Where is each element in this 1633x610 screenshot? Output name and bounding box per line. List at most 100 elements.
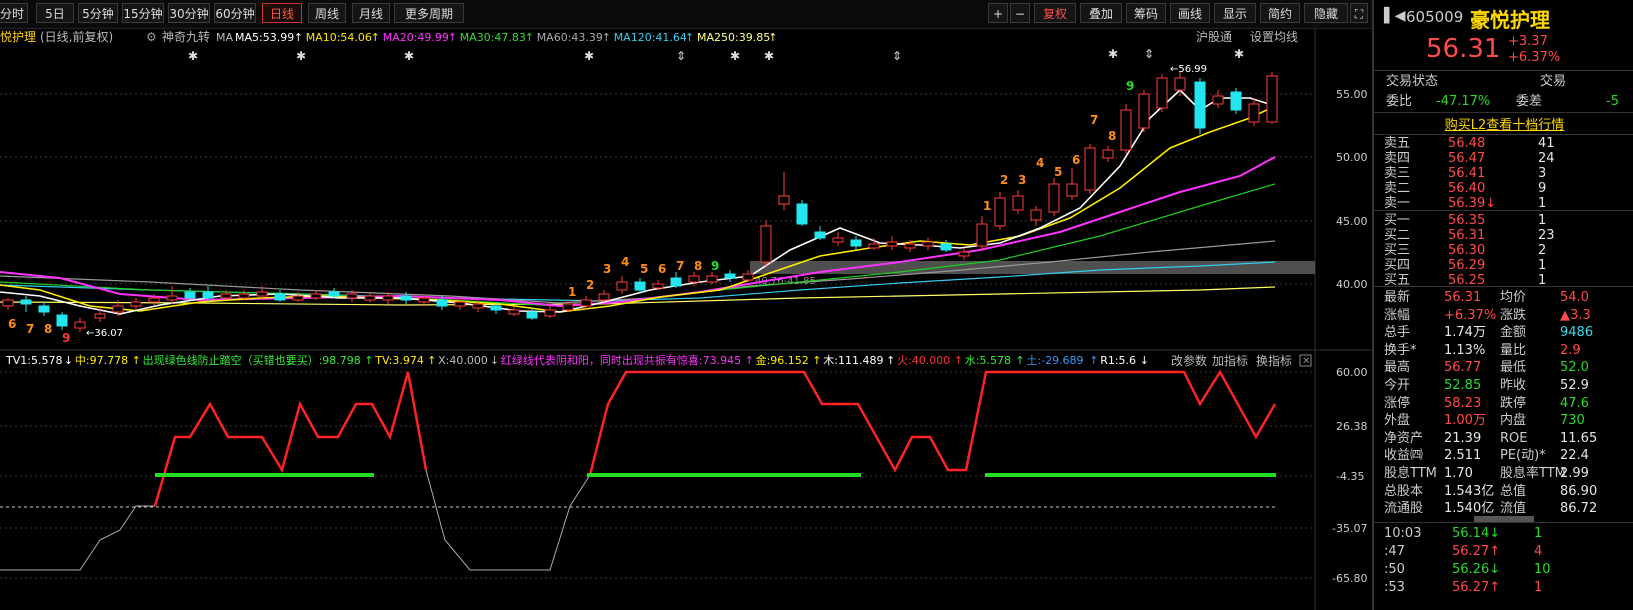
level-label: 买一 [1384,213,1411,228]
zoom-out-button[interactable]: − [1010,3,1030,23]
candle-body [868,243,880,249]
overlay-dropdown[interactable]: 叠加 [1080,3,1122,23]
period-intraday[interactable]: 分时 [0,3,28,23]
up-arrow-icon: ↑ [294,31,303,44]
orderbook-row[interactable]: 买三 56.30 2 [1384,243,1546,259]
zoom-in-button[interactable]: + [988,3,1008,23]
simple-mode-button[interactable]: 简约 [1260,3,1300,23]
candle-body [454,301,466,307]
svg-text:✱: ✱ [730,49,740,63]
kline-chart[interactable]: 悦护理 (日线,前复权) ⚙ 神奇九转 MA MA5:53.99 ↑ MA10:54… [0,28,1372,610]
market-link[interactable]: 沪股通 [1196,30,1232,44]
level-volume: 41 [1538,136,1555,151]
orderbook-row[interactable]: 卖三 56.41 3 [1384,166,1546,182]
ma-settings-link[interactable]: 设置均线 [1250,30,1298,44]
level-label: 买三 [1384,243,1411,258]
svg-text:3: 3 [603,262,611,276]
candle-body [400,295,412,301]
chips-button[interactable]: 筹码 [1126,3,1166,23]
candle-body [436,299,448,307]
svg-text:6: 6 [8,317,16,331]
ma-value-5: MA120:41.64 [614,31,687,44]
orderbook-row[interactable]: 买一 56.35 1 [1384,213,1546,229]
switch-indicator-button[interactable]: 换指标 [1256,353,1292,368]
period-daily[interactable]: 日线 [262,3,302,23]
draw-line-button[interactable]: 画线 [1170,3,1210,23]
red-line [588,369,1277,476]
period-5min[interactable]: 5分钟 [78,3,118,23]
candle-body [1120,109,1132,151]
add-indicator-button[interactable]: 加指标 [1212,353,1248,368]
candle-body [760,225,772,263]
stat-row: 股息TTM 1.70 股息率TTM 2.99 [1384,466,1589,481]
svg-text:7: 7 [26,322,34,336]
level-price: 56.30 [1448,243,1486,258]
orderbook-row[interactable]: 卖二 56.40 9 [1384,181,1546,197]
candle-body [598,293,610,301]
candle-body [652,283,664,289]
candle-body [130,301,142,307]
candle-body [292,295,304,301]
level-price: 56.31 [1448,228,1486,243]
period-30min[interactable]: 30分钟 [168,3,210,23]
level-label: 卖三 [1384,166,1411,181]
stat-row: 流通股 1.540亿 流值 86.72 [1384,501,1598,517]
period-15min[interactable]: 15分钟 [122,3,164,23]
ind-tick: 26.38 [1336,420,1368,433]
ma-label: MA [216,31,233,44]
svg-text:✱: ✱ [764,49,774,63]
period-60min[interactable]: 60分钟 [214,3,256,23]
svg-text:✱: ✱ [584,49,594,63]
indicator-value-7: 木:111.489 [823,354,883,367]
candle-body [1230,91,1242,111]
more-periods-dropdown[interactable]: 更多周期 [394,3,464,23]
svg-text:✱: ✱ [1108,47,1118,61]
orderbook-row[interactable]: 卖四 56.47 24 [1384,151,1555,167]
svg-text:7: 7 [676,259,684,273]
high-annotation: ←56.99 [1170,64,1207,75]
indicator-value-8: 火:40.000 [897,354,950,367]
grey-line [0,505,155,571]
svg-text:✱: ✱ [404,49,414,63]
ma-value-0: MA5:53.99 [235,31,294,44]
orderbook-row[interactable]: 卖五 56.48 41 [1384,136,1555,152]
period-monthly[interactable]: 月线 [352,3,390,23]
svg-text:✱: ✱ [188,49,198,63]
stat-row: 总股本 1.543亿 总值 86.90 [1384,483,1598,499]
fullscreen-icon[interactable]: ⛶ [1350,3,1368,23]
indicator-value-6: 金:96.152 [756,353,809,367]
edit-params-button[interactable]: 改参数 [1171,353,1207,368]
adjust-dropdown[interactable]: 复权 [1034,3,1076,23]
orderbook-row[interactable]: 买四 56.29 1 [1384,258,1546,274]
candle-body [94,313,106,319]
candle-body [2,299,14,307]
indicator-value-9: 水:5.578 [965,354,1011,367]
indicator-value-11: R1:5.6 [1100,354,1136,367]
indicator-value-5: 红绿线代表阴和阳，同时出现共振有惊喜:73.945 [501,353,741,367]
ma-value-2: MA20:49.99 [383,31,449,44]
hide-button[interactable]: 隐藏 [1304,3,1348,23]
period-weekly[interactable]: 周线 [308,3,346,23]
period-5day[interactable]: 5日 [36,3,74,23]
candle-body [886,241,898,247]
candle-body [148,297,160,303]
orderbook-row[interactable]: 买二 56.31 23 [1384,228,1555,244]
candle-body [706,275,718,283]
candle-body [490,305,502,311]
ind-tick: -35.07 [1332,522,1367,535]
candle-body [1174,77,1186,91]
candle-body [1194,81,1206,129]
tick-row: :47 56.27↑ 4 [1384,544,1543,559]
arrow-icon: ↓ [1140,354,1149,367]
level-price: 56.47 [1448,151,1486,166]
candle-body [328,291,340,297]
gear-icon[interactable]: ⚙ [146,30,157,44]
display-dropdown[interactable]: 显示 [1214,3,1256,23]
candle-body [74,321,86,329]
quote-panel: ▌◀ 605009 豪悦护理 56.31 +3.37 +6.37% 交易状态 交易 … [1372,0,1633,610]
svg-text:8: 8 [694,259,702,273]
prev-stock-icon[interactable]: ▌◀ [1384,8,1406,24]
buy-l2-link[interactable]: 购买L2查看十档行情 [1374,114,1633,133]
candle-body [850,239,862,247]
svg-text:9: 9 [1126,79,1134,93]
